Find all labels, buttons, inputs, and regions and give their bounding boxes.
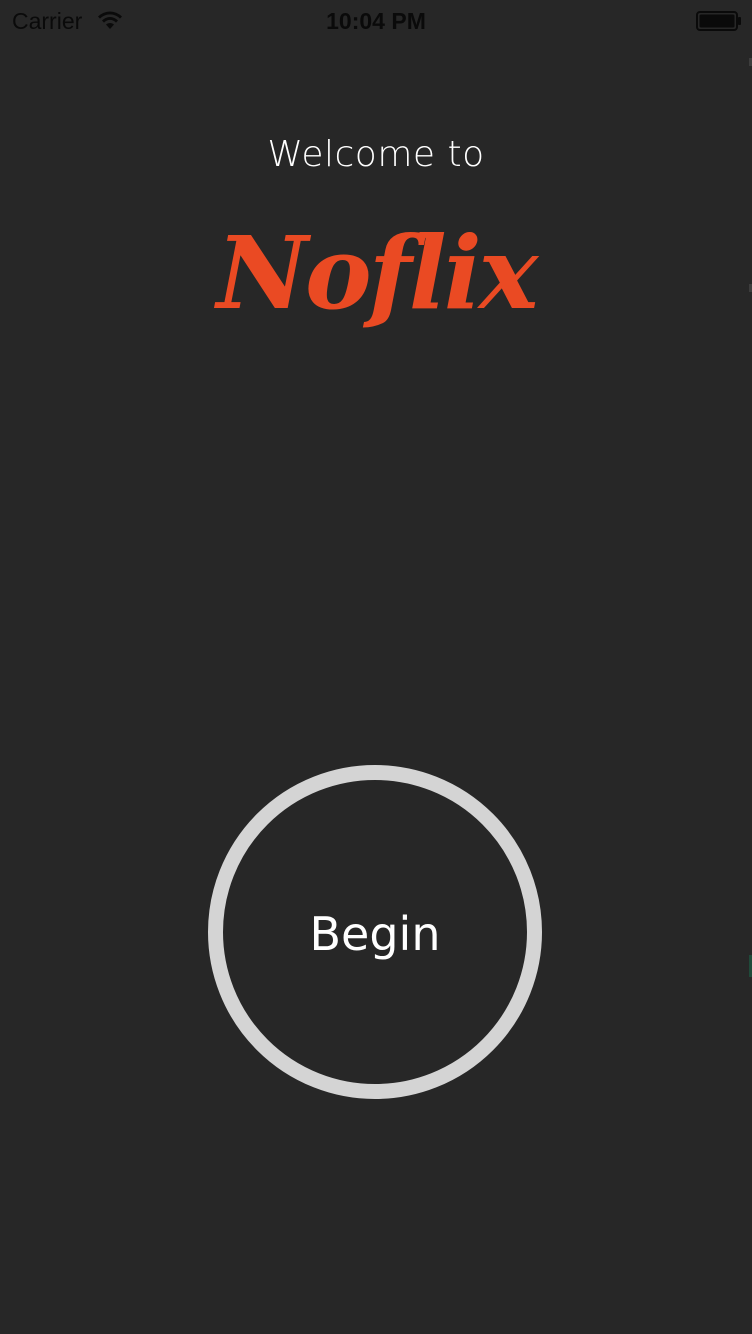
welcome-text: Welcome to	[267, 134, 485, 175]
begin-button-label: Begin	[309, 907, 441, 961]
welcome-screen: Carrier 10:04 PM Welcome to Noflix Begin	[0, 0, 752, 1334]
begin-button[interactable]: Begin	[208, 765, 542, 1099]
battery-icon	[696, 11, 741, 31]
status-time: 10:04 PM	[326, 8, 426, 34]
status-bar: Carrier 10:04 PM	[0, 0, 752, 44]
app-logo: Noflix	[216, 214, 539, 332]
